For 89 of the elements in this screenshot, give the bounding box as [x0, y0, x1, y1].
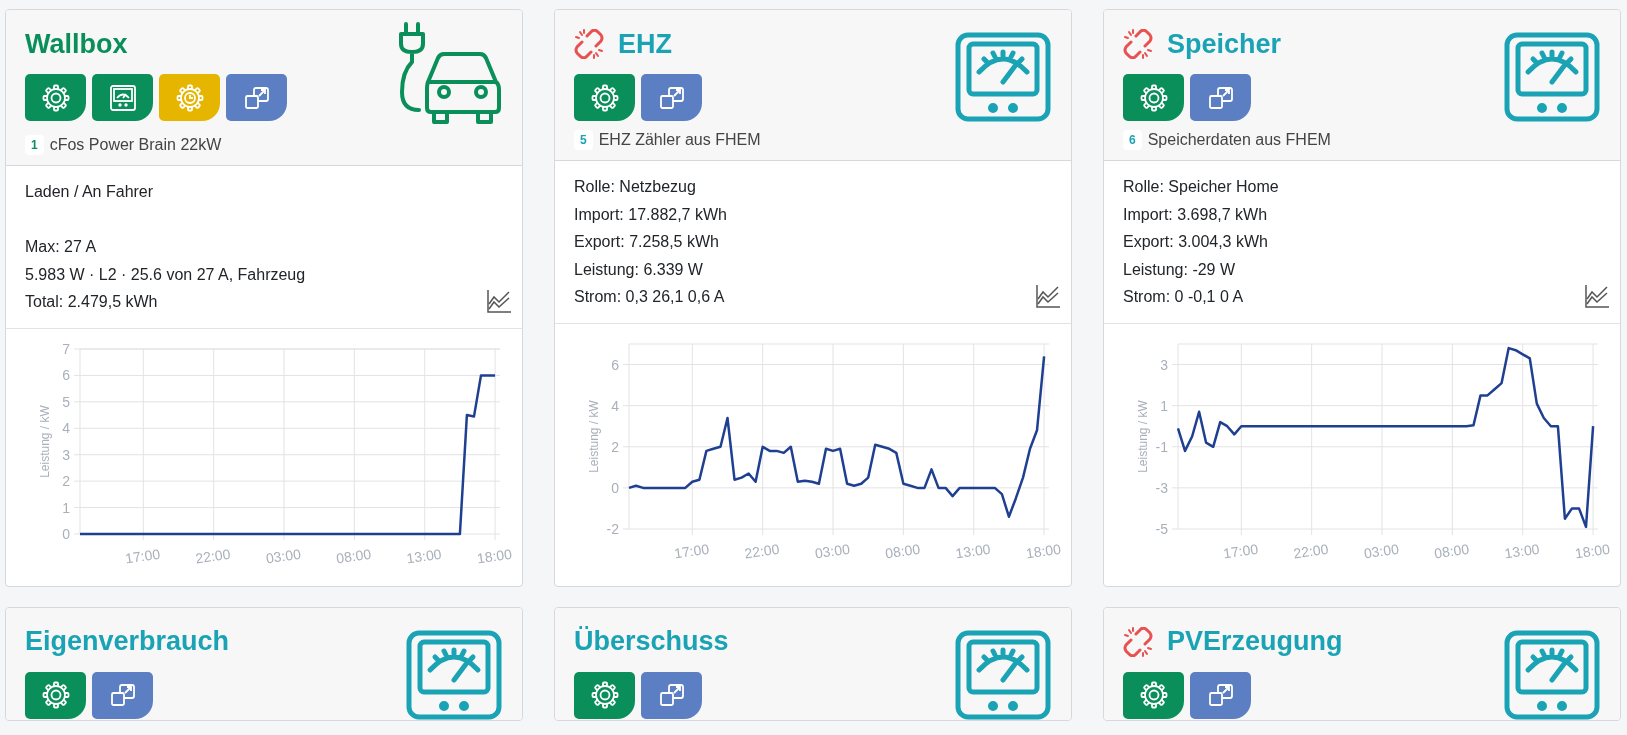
device-subtitle: EHZ Zähler aus FHEM — [598, 131, 761, 149]
status-text: Strom: 0 -0,1 0 A — [1123, 287, 1245, 307]
x-tick-label: 22:00 — [194, 545, 232, 566]
popout-button[interactable] — [641, 74, 702, 121]
status-text: Max: 27 A — [25, 237, 98, 257]
x-tick-label: 08:00 — [335, 545, 373, 566]
popout-button[interactable] — [92, 671, 153, 719]
x-tick-label: 03:00 — [1362, 540, 1400, 561]
gear-icon — [589, 82, 620, 113]
x-tick-label: 17:00 — [1222, 540, 1260, 561]
y-tick-label: 6 — [62, 366, 70, 383]
card-title: Wallbox — [25, 28, 128, 60]
x-tick-label: 08:00 — [884, 540, 922, 561]
meter-button[interactable] — [92, 74, 153, 121]
gear-clock-icon — [174, 82, 205, 113]
x-tick-label: 13:00 — [405, 545, 443, 566]
x-tick-label: 08:00 — [1433, 540, 1471, 561]
status-text: Rolle: Speicher Home — [1123, 177, 1279, 197]
y-tick-label: 4 — [611, 397, 619, 414]
y-tick-label: 7 — [62, 340, 70, 357]
status-text: Export: 7.258,5 kWh — [574, 232, 720, 252]
settings-button[interactable] — [574, 671, 635, 719]
card-title: EHZ — [618, 28, 672, 60]
number-badge: 1 — [25, 135, 44, 155]
x-tick-label: 17:00 — [124, 545, 162, 566]
number-badge: 5 — [574, 130, 593, 150]
y-tick-label: 6 — [611, 356, 619, 373]
x-tick-label: 22:00 — [1292, 540, 1330, 561]
popout-button[interactable] — [1190, 671, 1251, 719]
y-axis-label: Leistung / kW — [38, 404, 52, 478]
gear-icon — [1138, 82, 1169, 113]
card-title: PVErzeugung — [1167, 626, 1343, 657]
status-text: Laden / An Fahrer — [25, 182, 155, 202]
y-tick-label: 2 — [62, 472, 70, 489]
device-subtitle: cFos Power Brain 22kW — [49, 136, 222, 154]
status-text: Total: 2.479,5 kWh — [25, 292, 159, 312]
line-chart-icon[interactable] — [1584, 282, 1610, 309]
y-axis-label: Leistung / kW — [1136, 399, 1150, 473]
y-tick-label: 4 — [62, 419, 70, 436]
settings-button[interactable] — [25, 74, 86, 121]
x-tick-label: 22:00 — [743, 540, 781, 561]
x-tick-label: 18:00 — [1573, 540, 1611, 561]
y-tick-label: -5 — [1155, 520, 1168, 537]
status-text: Import: 3.698,7 kWh — [1123, 204, 1269, 225]
line-chart-icon[interactable] — [1035, 282, 1061, 309]
gear-icon — [589, 680, 620, 710]
gear-icon — [40, 82, 71, 113]
settings-button[interactable] — [25, 671, 86, 719]
status-text: Strom: 0,3 26,1 0,6 A — [574, 287, 726, 307]
status-text: 5.983 W · L2 · 25.6 von 27 A, Fahrzeug — [25, 264, 306, 285]
card-title: Eigenverbrauch — [25, 626, 230, 657]
card-title: Überschuss — [574, 626, 729, 657]
x-tick-label: 13:00 — [1503, 540, 1541, 561]
popout-button[interactable] — [1190, 74, 1251, 121]
number-badge: 6 — [1123, 130, 1142, 150]
x-tick-label: 18:00 — [1024, 540, 1062, 561]
status-text: Leistung: 6.339 W — [574, 259, 704, 280]
status-text: Export: 3.004,3 kWh — [1123, 232, 1269, 252]
gear-icon — [1138, 680, 1169, 710]
settings-button[interactable] — [1123, 74, 1184, 121]
y-tick-label: 1 — [1160, 397, 1168, 414]
y-axis-label: Leistung / kW — [587, 399, 601, 473]
y-tick-label: -1 — [1155, 438, 1168, 455]
line-chart-icon[interactable] — [486, 287, 512, 314]
y-tick-label: 3 — [1160, 356, 1168, 373]
device-subtitle: Speicherdaten aus FHEM — [1147, 131, 1331, 149]
x-tick-label: 18:00 — [475, 545, 513, 566]
x-tick-label: 03:00 — [813, 540, 851, 561]
y-tick-label: -3 — [1155, 479, 1168, 496]
status-text: Import: 17.882,7 kWh — [574, 204, 727, 225]
popout-button[interactable] — [226, 74, 287, 121]
popout-button[interactable] — [641, 671, 702, 719]
gauge-icon — [107, 82, 138, 113]
status-text: Leistung: -29 W — [1123, 259, 1237, 280]
y-tick-label: 1 — [62, 499, 70, 516]
y-tick-label: 3 — [62, 446, 70, 463]
settings-button[interactable] — [574, 74, 635, 121]
gear-icon — [40, 680, 71, 710]
x-tick-label: 13:00 — [954, 540, 992, 561]
card-title: Speicher — [1167, 28, 1282, 60]
y-tick-label: 0 — [62, 525, 70, 542]
y-tick-label: 2 — [611, 438, 619, 455]
x-tick-label: 03:00 — [264, 545, 302, 566]
x-tick-label: 17:00 — [673, 540, 711, 561]
y-tick-label: 0 — [611, 479, 619, 496]
y-tick-label: 5 — [62, 393, 70, 410]
status-text: Rolle: Netzbezug — [574, 177, 697, 197]
settings-button[interactable] — [1123, 671, 1184, 719]
y-tick-label: -2 — [606, 520, 619, 537]
